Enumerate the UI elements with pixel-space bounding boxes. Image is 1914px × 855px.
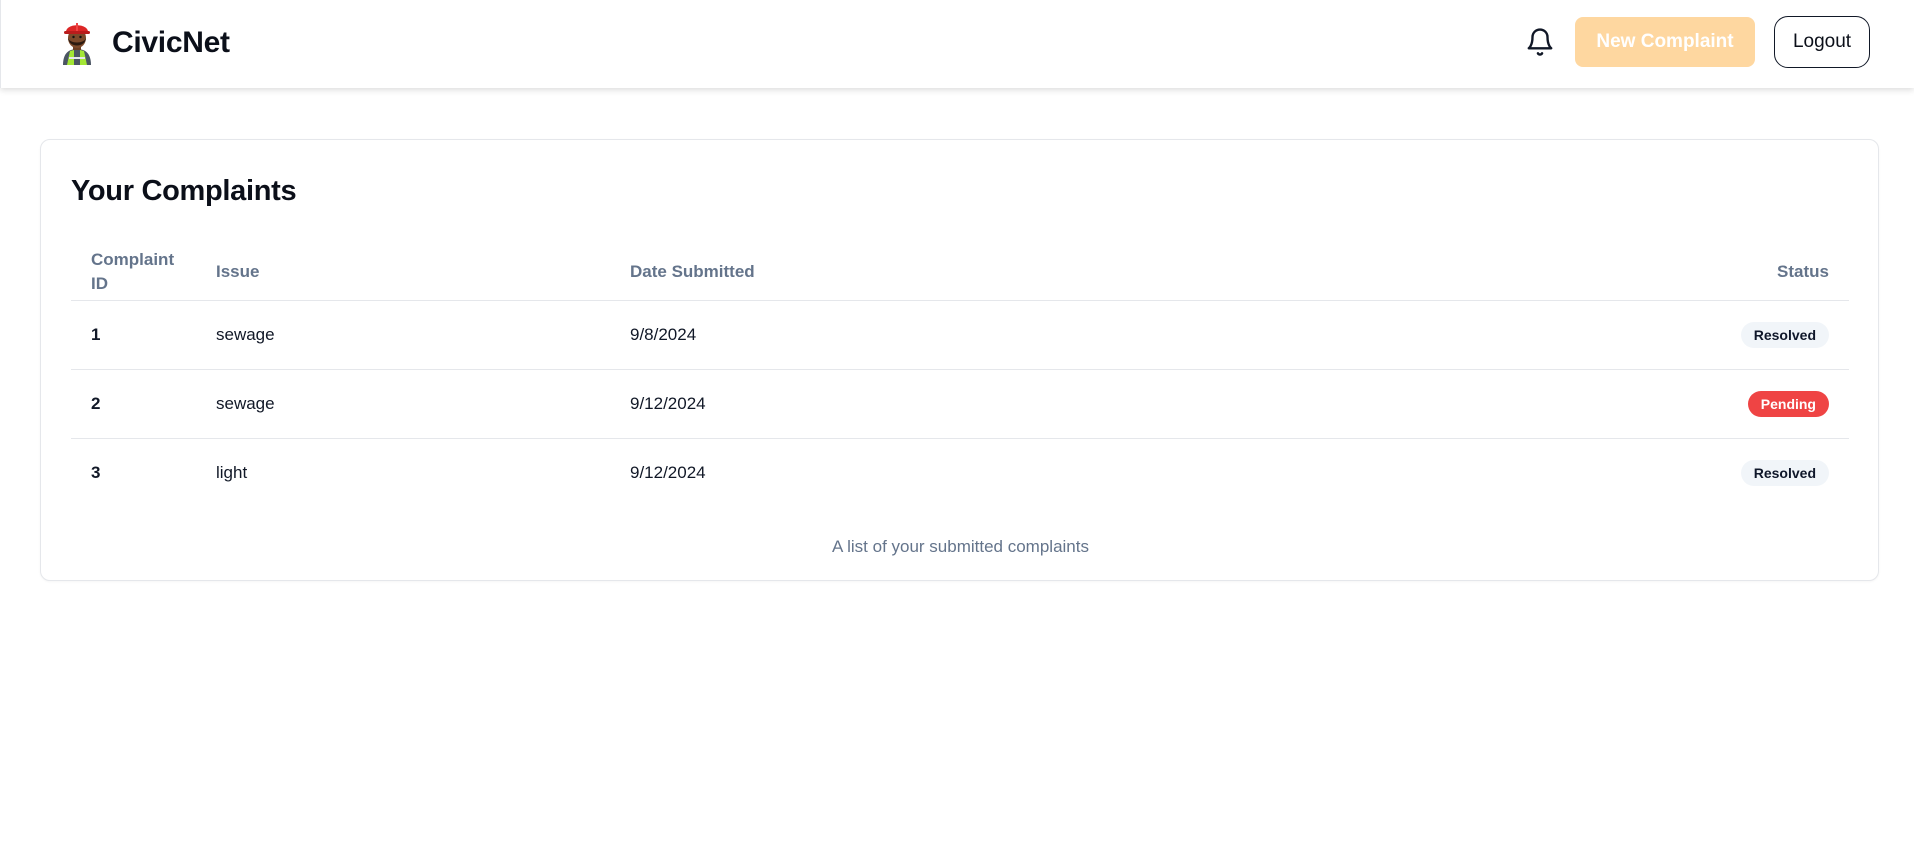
status-badge: Resolved: [1740, 322, 1829, 348]
column-header-issue: Issue: [216, 262, 260, 281]
complaint-id: 1: [91, 325, 101, 344]
complaint-id: 2: [91, 394, 101, 413]
logout-button[interactable]: Logout: [1774, 16, 1870, 68]
table-row[interactable]: 1 sewage 9/8/2024 Resolved: [71, 301, 1849, 370]
top-navbar: CivicNet New Complaint Logout: [0, 0, 1914, 88]
column-header-id: Complaint ID: [91, 250, 175, 293]
column-header-date: Date Submitted: [630, 262, 755, 281]
bell-icon[interactable]: [1525, 26, 1555, 58]
status-badge: Resolved: [1740, 460, 1829, 486]
status-cell: Resolved: [1740, 322, 1829, 348]
complaint-issue: sewage: [216, 394, 275, 413]
complaint-date: 9/12/2024: [630, 394, 706, 413]
complaint-issue: light: [216, 463, 248, 482]
table-header: Complaint ID Issue Date Submitted Status: [71, 244, 1849, 301]
complaint-date: 9/8/2024: [630, 325, 697, 344]
page-title: Your Complaints: [71, 175, 297, 207]
table-row[interactable]: 3 light 9/12/2024 Resolved: [71, 439, 1849, 508]
status-badge: Pending: [1747, 391, 1829, 417]
brand[interactable]: CivicNet: [57, 18, 230, 68]
table-caption: A list of your submitted complaints: [831, 537, 1089, 556]
complaint-date: 9/12/2024: [630, 463, 706, 482]
status-cell: Resolved: [1740, 460, 1829, 486]
complaint-issue: sewage: [216, 325, 275, 344]
table-row[interactable]: 2 sewage 9/12/2024 Pending: [71, 370, 1849, 439]
brand-name: CivicNet: [112, 26, 230, 59]
complaint-id: 3: [91, 463, 101, 482]
complaints-table: Complaint ID Issue Date Submitted Status…: [71, 244, 1849, 508]
construction-worker-icon: [63, 23, 91, 65]
status-cell: Pending: [1747, 391, 1829, 417]
complaints-card: Your Complaints Complaint ID Issue Date …: [40, 139, 1879, 581]
new-complaint-button[interactable]: New Complaint: [1575, 17, 1755, 67]
column-header-status: Status: [1777, 262, 1829, 281]
